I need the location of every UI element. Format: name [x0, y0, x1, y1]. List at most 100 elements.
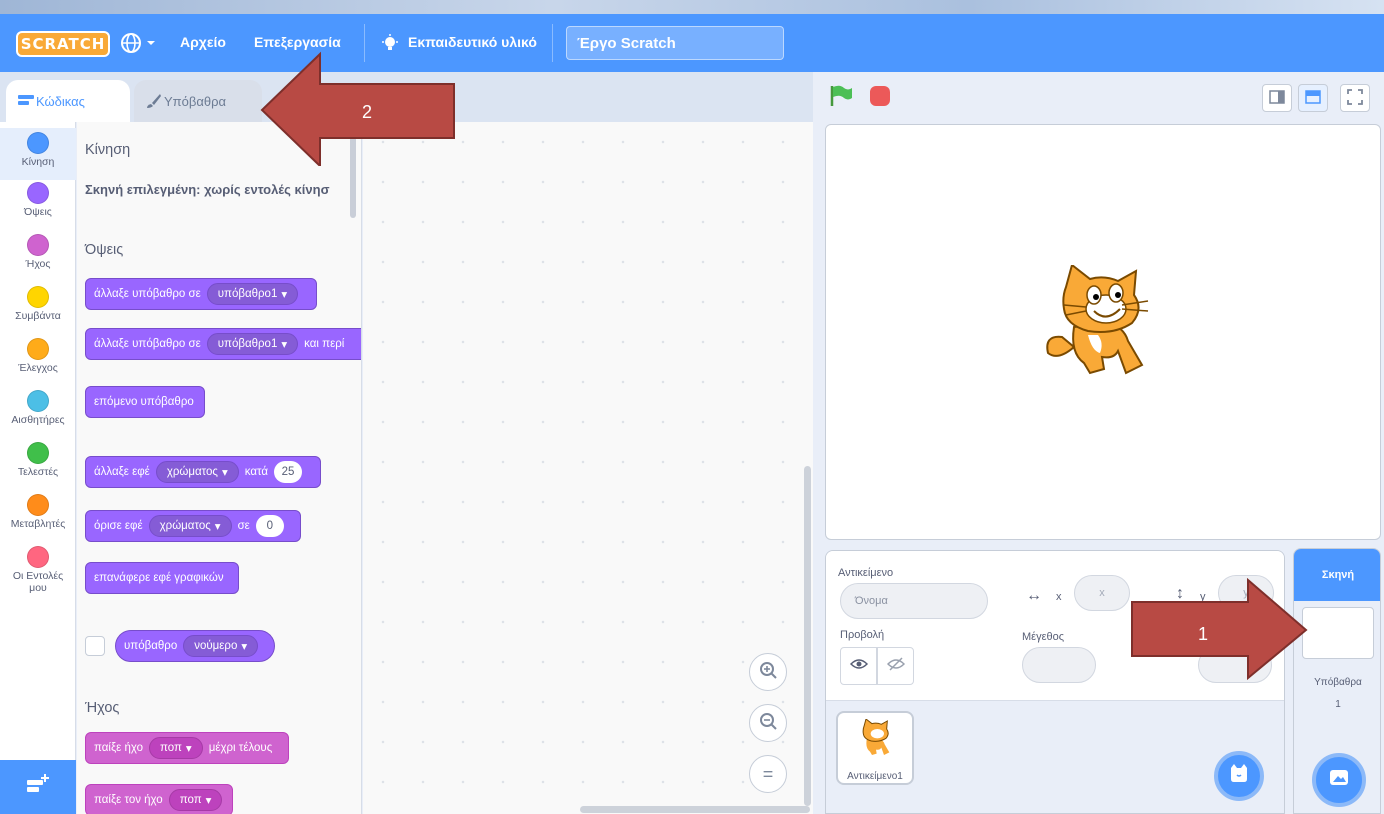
paintbrush-icon — [146, 93, 162, 112]
block-switch-backdrop[interactable]: άλλαξε υπόβαθρο σε υπόβαθρο1 ▾ — [85, 278, 317, 310]
category-control[interactable]: Έλεγχος — [0, 338, 76, 374]
effect-dropdown[interactable]: χρώματος ▾ — [155, 461, 239, 483]
dropdown-value: ποπ — [159, 742, 182, 754]
block-text: και περί — [304, 338, 345, 350]
green-flag-icon[interactable] — [828, 84, 854, 114]
backdrop-reporter-checkbox[interactable] — [85, 636, 105, 656]
backdrop-dropdown[interactable]: υπόβαθρο1 ▾ — [206, 283, 299, 305]
category-dot-icon — [27, 132, 49, 154]
menu-bar: SCRATCH Αρχείο Επεξεργασία Εκπαιδευτικό … — [0, 14, 1384, 72]
eye-icon — [849, 657, 868, 675]
category-dot-icon — [27, 390, 49, 412]
size-input[interactable] — [1022, 647, 1096, 683]
x-position-input[interactable]: x — [1074, 575, 1130, 611]
choose-sprite-button[interactable] — [1214, 751, 1264, 801]
zoom-out-button[interactable] — [749, 704, 787, 742]
category-motion[interactable]: Κίνηση — [0, 128, 76, 180]
effect-dropdown[interactable]: χρώματος ▾ — [148, 515, 232, 537]
block-clear-effects[interactable]: επανάφερε εφέ γραφικών — [85, 562, 239, 594]
image-add-icon — [1328, 767, 1350, 793]
category-label: Αισθητήρες — [11, 414, 65, 426]
backdrop-attribute-dropdown[interactable]: νούμερο ▾ — [183, 635, 259, 657]
horizontal-arrows-icon: ↔ — [1026, 587, 1042, 604]
category-sensing[interactable]: Αισθητήρες — [0, 390, 76, 426]
sprite-thumbnail[interactable]: Αντικείμενο1 — [836, 711, 914, 785]
block-play-sound-until-done[interactable]: παίξε ήχο ποπ ▾ μέχρι τέλους — [85, 732, 289, 764]
sound-dropdown[interactable]: ποπ ▾ — [148, 737, 203, 759]
zoom-in-button[interactable] — [749, 653, 787, 691]
cat-sprite-image[interactable] — [1044, 263, 1154, 390]
stage-canvas[interactable] — [825, 124, 1381, 540]
eye-slash-icon — [886, 656, 905, 676]
tab-code-label: Κώδικας — [36, 93, 85, 109]
backdrop-dropdown[interactable]: υπόβαθρο1 ▾ — [206, 333, 299, 355]
category-sound[interactable]: Ήχος — [0, 234, 76, 270]
choose-backdrop-button[interactable] — [1312, 753, 1366, 807]
block-switch-backdrop-and-wait[interactable]: άλλαξε υπόβαθρο σε υπόβαθρο1 ▾ και περί — [85, 328, 361, 360]
stop-icon[interactable] — [870, 86, 890, 106]
category-looks[interactable]: Όψεις — [0, 182, 76, 218]
block-change-effect[interactable]: άλλαξε εφέ χρώματος ▾ κατά 25 — [85, 456, 321, 488]
fullscreen-button[interactable] — [1340, 84, 1370, 112]
block-next-backdrop[interactable]: επόμενο υπόβαθρο — [85, 386, 205, 418]
tab-code[interactable]: Κώδικας — [6, 80, 130, 122]
add-extension-icon — [25, 773, 51, 800]
category-dot-icon — [27, 494, 49, 516]
dropdown-value: ποπ — [179, 794, 202, 806]
small-stage-button[interactable] — [1262, 84, 1292, 112]
zoom-in-icon — [758, 660, 778, 685]
cat-add-icon — [1228, 762, 1250, 790]
workspace-horizontal-scrollbar[interactable] — [580, 806, 810, 813]
reporter-backdrop-number[interactable]: υπόβαθρο νούμερο ▾ — [115, 630, 275, 662]
block-text: άλλαξε υπόβαθρο σε — [94, 338, 201, 350]
block-set-effect[interactable]: όρισε εφέ χρώματος ▾ σε 0 — [85, 510, 301, 542]
backdrop-thumbnail[interactable] — [1302, 607, 1374, 659]
zoom-reset-button[interactable]: = — [749, 755, 787, 793]
menu-divider — [552, 24, 553, 62]
equals-icon: = — [762, 763, 774, 784]
hide-sprite-button[interactable] — [877, 647, 914, 685]
window-top-strip — [0, 0, 1384, 14]
block-text: παίξε ήχο — [94, 742, 143, 754]
palette-heading-motion: Κίνηση — [85, 142, 131, 158]
menu-file[interactable]: Αρχείο — [180, 34, 226, 50]
block-text: σε — [237, 520, 250, 532]
effect-value-input[interactable]: 0 — [255, 515, 284, 537]
block-text: υπόβαθρο — [124, 640, 178, 652]
sound-dropdown[interactable]: ποπ ▾ — [168, 789, 223, 811]
caret-down-icon: ▾ — [205, 795, 212, 807]
category-operators[interactable]: Τελεστές — [0, 442, 76, 478]
sprite-name-input[interactable]: Όνομα — [840, 583, 988, 619]
script-workspace[interactable] — [363, 122, 813, 814]
size-label: Μέγεθος — [1022, 631, 1065, 643]
caret-down-icon: ▾ — [214, 521, 221, 533]
palette-heading-sound: Ήχος — [85, 700, 120, 716]
project-title-input[interactable]: Έργο Scratch — [566, 26, 784, 60]
tab-backdrops[interactable]: Υπόβαθρα — [134, 80, 262, 122]
category-my-blocks[interactable]: Οι Εντολές μου — [0, 546, 76, 594]
add-extension-button[interactable] — [0, 760, 76, 814]
block-text: παίξε τον ήχο — [94, 794, 163, 806]
effect-value-input[interactable]: 25 — [274, 461, 303, 483]
show-sprite-button[interactable] — [840, 647, 877, 685]
category-dot-icon — [27, 338, 49, 360]
category-dot-icon — [27, 234, 49, 256]
workspace-vertical-scrollbar[interactable] — [804, 466, 811, 806]
category-label: Οι Εντολές — [12, 570, 64, 582]
caret-down-icon: ▾ — [281, 339, 288, 351]
dropdown-value: χρώματος — [166, 466, 218, 478]
block-text: επανάφερε εφέ γραφικών — [94, 572, 224, 584]
tab-backdrops-label: Υπόβαθρα — [164, 93, 227, 109]
category-label: Έλεγχος — [18, 362, 58, 374]
scratch-logo[interactable]: SCRATCH — [16, 31, 110, 57]
cat-sprite-thumbnail-icon — [855, 718, 895, 764]
normal-stage-button[interactable] — [1298, 84, 1328, 112]
category-variables[interactable]: Μεταβλητές — [0, 494, 76, 530]
menu-edit[interactable]: Επεξεργασία — [254, 34, 341, 50]
palette-heading-looks: Όψεις — [85, 242, 124, 258]
block-start-sound[interactable]: παίξε τον ήχο ποπ ▾ — [85, 784, 233, 814]
sprite-label: Αντικείμενο — [838, 567, 894, 579]
category-events[interactable]: Συμβάντα — [0, 286, 76, 322]
globe-icon[interactable] — [120, 30, 164, 56]
category-dot-icon — [27, 546, 49, 568]
